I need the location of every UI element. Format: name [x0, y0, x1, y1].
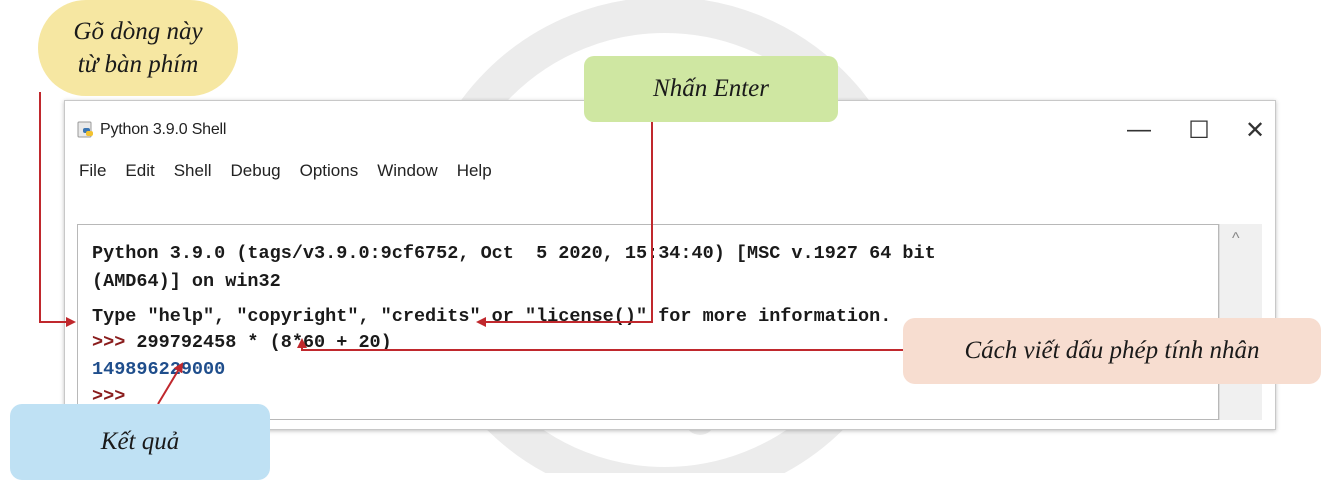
scroll-up-icon[interactable]: ^ — [1232, 230, 1240, 248]
callout-result: Kết quả — [10, 404, 270, 480]
banner-line-2: (AMD64)] on win32 — [92, 271, 281, 292]
minimize-icon: — — [1127, 116, 1151, 143]
menu-bar: File Edit Shell Debug Options Window Hel… — [79, 161, 511, 183]
command-line: >>> 299792458 * (8*60 + 20) — [92, 332, 392, 353]
banner-line-3: Type "help", "copyright", "credits" or "… — [92, 306, 892, 327]
callout-type-line-2: từ bàn phím — [77, 51, 199, 78]
banner-line-1: Python 3.9.0 (tags/v3.9.0:9cf6752, Oct 5… — [92, 243, 936, 264]
menu-options[interactable]: Options — [300, 161, 359, 183]
minimize-button[interactable]: — — [1117, 113, 1161, 147]
shell-prompt: >>> — [92, 332, 126, 353]
menu-debug[interactable]: Debug — [231, 161, 281, 183]
callout-press-enter: Nhấn Enter — [584, 56, 838, 122]
menu-edit[interactable]: Edit — [125, 161, 154, 183]
maximize-icon: ☐ — [1188, 116, 1210, 144]
menu-window[interactable]: Window — [377, 161, 437, 183]
callout-type-line: Gõ dòng này từ bàn phím — [38, 0, 238, 96]
callout-type-line-1: Gõ dòng này — [73, 18, 203, 45]
python-icon — [77, 121, 93, 138]
callout-multiply-sign: Cách viết dấu phép tính nhân — [903, 318, 1321, 384]
window-title: Python 3.9.0 Shell — [100, 121, 227, 138]
result-output: 149896229000 — [92, 359, 226, 380]
typed-command: 299792458 * (8*60 + 20) — [125, 332, 392, 353]
close-button[interactable]: ✕ — [1233, 113, 1277, 147]
close-icon: ✕ — [1244, 116, 1266, 144]
maximize-button[interactable]: ☐ — [1177, 113, 1221, 147]
menu-help[interactable]: Help — [457, 161, 492, 183]
menu-shell[interactable]: Shell — [174, 161, 212, 183]
menu-file[interactable]: File — [79, 161, 106, 183]
